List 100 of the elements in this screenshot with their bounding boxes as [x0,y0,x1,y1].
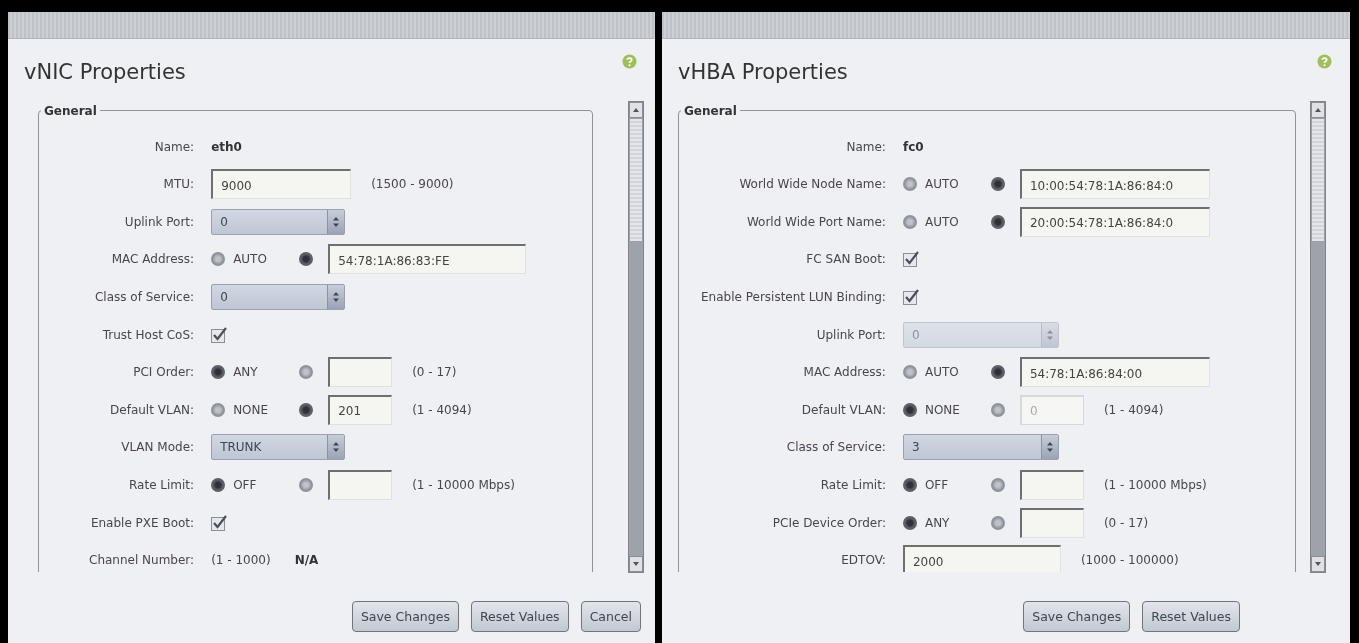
field-label: Class of Service: [786,440,886,455]
radio-label: NONE [924,402,960,417]
spinner-icon[interactable] [327,435,345,460]
radio-label: ANY [233,365,258,380]
field-label: Rate Limit: [129,478,195,492]
checkbox[interactable] [211,326,228,343]
field-label: MTU: [163,177,195,192]
radio-button[interactable] [990,214,1005,229]
action-button[interactable]: Save Changes [1023,601,1131,633]
scroll-down-icon[interactable] [629,555,643,572]
field-label: Trust Host CoS: [102,327,195,342]
spinner-icon[interactable] [327,209,345,234]
radio-button[interactable] [990,515,1005,530]
select-field[interactable]: 3 [902,434,1059,461]
select-field[interactable]: 0 [211,284,346,311]
group-title: General [43,103,98,118]
input-field[interactable] [1019,507,1084,538]
spinner-icon[interactable] [1040,435,1058,460]
field-label: PCI Order: [133,365,195,380]
range-hint: (1500 - 9000) [371,177,454,192]
group-title: General [683,103,738,118]
radio-button[interactable] [211,252,226,267]
field-label: Name: [154,139,195,154]
action-button[interactable]: Reset Values [470,601,569,633]
radio-button[interactable] [990,365,1005,380]
range-hint: (0 - 17) [1103,515,1149,530]
radio-button[interactable] [990,402,1005,417]
range-hint: (1 - 4094) [1103,402,1164,417]
radio-label: AUTO [924,365,959,380]
radio-label: ANY [924,515,950,530]
field-label: Uplink Port: [124,214,195,229]
radio-button[interactable] [990,478,1005,492]
action-button[interactable]: Save Changes [351,601,459,633]
input-field[interactable]: 10:00:54:78:1A:86:84:0 [1019,169,1210,200]
input-field[interactable]: 20:00:54:78:1A:86:84:0 [1019,206,1210,237]
input-field[interactable]: 201 [328,394,393,425]
radio-button[interactable] [299,365,314,380]
radio-label: NONE [233,402,269,417]
radio-button[interactable] [211,365,226,380]
radio-button[interactable] [211,478,226,492]
field-label: Default VLAN: [801,402,886,417]
radio-button[interactable] [990,177,1005,192]
input-field[interactable]: 54:78:1A:86:84:00 [1019,357,1210,388]
input-field[interactable]: 9000 [211,169,352,200]
scroll-thumb[interactable] [629,117,643,242]
radio-button[interactable] [902,177,917,192]
checkbox[interactable] [211,514,228,531]
radio-label: AUTO [233,252,267,267]
action-button[interactable]: Cancel [580,601,641,633]
field-label: MAC Address: [111,252,195,267]
panel-title: vHBA Properties [678,59,848,85]
scroll-down-icon[interactable] [1311,555,1325,572]
field-label: Class of Service: [94,290,195,305]
scrollbar[interactable] [628,100,644,573]
select-field[interactable]: TRUNK [211,434,346,461]
field-label: Name: [846,139,886,154]
radio-button[interactable] [902,515,917,530]
scrollbar[interactable] [1310,100,1326,573]
input-field[interactable]: 2000 [902,545,1061,572]
name-value: eth0 [211,139,242,154]
field-label: Default VLAN: [110,402,195,417]
range-hint: (1000 - 100000) [1080,553,1179,568]
range-hint: (0 - 17) [412,365,457,380]
input-field[interactable] [328,357,393,388]
field-label: VLAN Mode: [121,440,195,455]
input-field[interactable] [1019,470,1084,500]
radio-button[interactable] [902,402,917,417]
checkbox[interactable] [902,251,919,268]
scroll-thumb[interactable] [1311,117,1325,242]
scroll-up-icon[interactable] [629,101,643,118]
range-hint: (1 - 1000) [211,553,271,568]
action-button[interactable]: Reset Values [1142,601,1240,633]
radio-label: OFF [233,478,257,492]
panel-title: vNIC Properties [24,59,186,85]
field-label: Enable PXE Boot: [90,515,195,530]
radio-button[interactable] [902,214,917,229]
field-label: FC SAN Boot: [806,252,886,267]
name-value: fc0 [902,139,924,154]
checkbox[interactable] [902,289,919,306]
range-hint: (1 - 10000 Mbps) [412,478,515,492]
radio-button[interactable] [299,402,314,417]
radio-button[interactable] [299,478,314,492]
spinner-icon[interactable] [327,285,345,310]
field-label: World Wide Node Name: [739,177,886,192]
radio-button[interactable] [299,252,314,267]
input-field[interactable] [328,470,393,500]
range-hint: (1 - 10000 Mbps) [1103,478,1207,492]
field-label: Channel Number: [89,553,195,568]
field-label: World Wide Port Name: [746,214,886,229]
field-label: PCIe Device Order: [772,515,886,530]
radio-button[interactable] [902,478,917,492]
radio-button[interactable] [902,365,917,380]
range-hint: (1 - 4094) [412,402,472,417]
field-label: EDTOV: [841,553,886,568]
radio-label: AUTO [924,177,959,192]
select-field[interactable]: 0 [211,208,346,235]
radio-button[interactable] [211,402,226,417]
input-field[interactable]: 54:78:1A:86:83:FE [328,244,527,275]
radio-label: AUTO [924,214,959,229]
scroll-up-icon[interactable] [1311,101,1325,118]
